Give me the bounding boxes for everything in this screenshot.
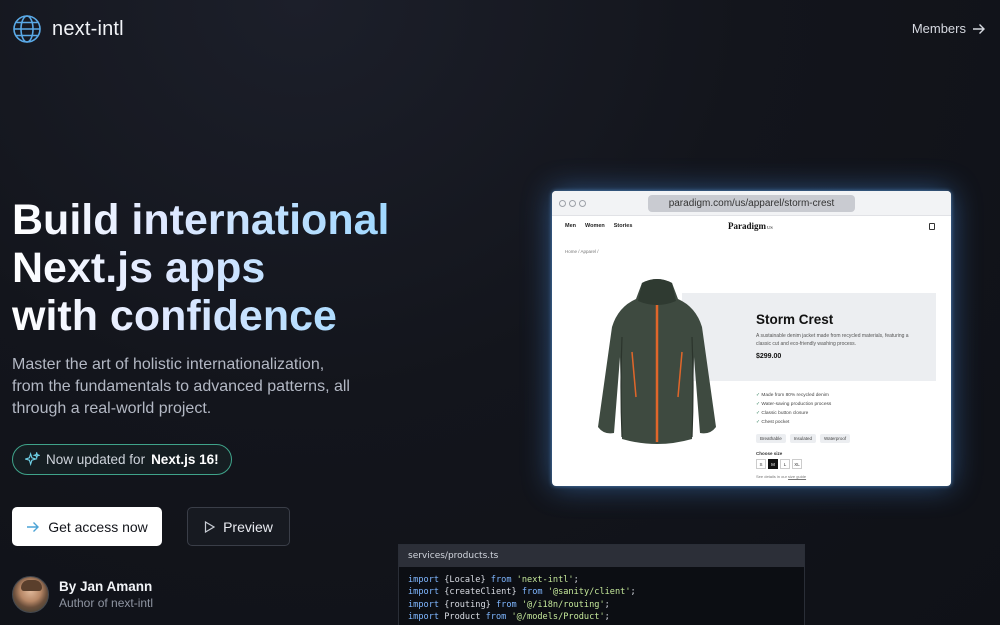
- product-price: $299.00: [756, 353, 782, 360]
- arrow-right-icon: [973, 23, 985, 34]
- size-selector: S M L XL: [756, 459, 802, 469]
- badge-prefix: Now updated for: [46, 452, 146, 467]
- code-line: import {Locale} from 'next-intl';: [408, 575, 579, 585]
- shop-nav-men: Men: [565, 223, 576, 229]
- play-icon: [204, 520, 216, 533]
- code-panel: services/products.ts import {Locale} fro…: [398, 544, 805, 625]
- code-line: import Product from '@/models/Product';: [408, 611, 610, 622]
- hero-title-line-1: Build international: [12, 196, 390, 244]
- shop-nav: Men Women Stories: [565, 223, 632, 229]
- code-body: import {Locale} from 'next-intl'; import …: [399, 567, 804, 623]
- tag-breathable: Breathable: [756, 434, 786, 443]
- author-role: Author of next-intl: [59, 596, 154, 610]
- preview-label: Preview: [223, 518, 273, 535]
- browser-toolbar: paradigm.com/us/apparel/storm-crest: [552, 191, 951, 216]
- size-option-s: S: [756, 459, 766, 469]
- browser-preview: paradigm.com/us/apparel/storm-crest Men …: [552, 191, 951, 486]
- tag-waterproof: Waterproof: [820, 434, 851, 443]
- jacket-image: [598, 279, 716, 444]
- product-features: Made from 80% recycled denim Water-savin…: [756, 391, 831, 427]
- address-bar: paradigm.com/us/apparel/storm-crest: [648, 195, 855, 212]
- size-guide-link: size guide: [788, 474, 807, 479]
- site-header: next-intl Members: [0, 0, 1000, 60]
- hero-title-line-2: Next.js apps: [12, 244, 266, 292]
- logo[interactable]: next-intl: [12, 14, 124, 44]
- hero-title: Build international Next.js apps with co…: [12, 196, 392, 340]
- shopping-bag-icon: [929, 223, 935, 230]
- get-access-label: Get access now: [48, 518, 148, 535]
- avatar: [12, 576, 49, 613]
- get-access-button[interactable]: Get access now: [12, 507, 162, 546]
- code-line: import {createClient} from '@sanity/clie…: [408, 587, 636, 598]
- hero-subtitle: Master the art of holistic international…: [12, 356, 350, 417]
- author-name: By Jan Amann: [59, 579, 153, 594]
- feature-item: Classic button closure: [756, 409, 831, 418]
- shop-brand-suffix: US: [767, 225, 773, 230]
- shop-nav-stories: Stories: [613, 223, 633, 229]
- size-option-xl: XL: [792, 459, 802, 469]
- shop-brand-name: Paradigm: [728, 221, 766, 231]
- size-label: Choose size: [756, 451, 783, 456]
- tag-insulated: Insulated: [789, 434, 817, 443]
- arrow-right-icon: [27, 521, 40, 532]
- logo-text: next-intl: [52, 17, 124, 40]
- shop-breadcrumb: Home / Apparel /: [565, 249, 599, 254]
- author-block: By Jan Amann Author of next-intl: [12, 576, 153, 613]
- members-label: Members: [911, 21, 966, 36]
- globe-icon: [13, 15, 41, 43]
- size-note: See details in our size guide: [756, 474, 806, 479]
- feature-item: Made from 80% recycled denim: [756, 391, 831, 400]
- hero-title-line-3: with confidence: [12, 292, 337, 340]
- code-line: import {routing} from '@/i18n/routing';: [408, 599, 610, 610]
- product-title: Storm Crest: [756, 312, 834, 327]
- window-dot-maximize: [579, 200, 586, 207]
- shop-brand: ParadigmUS: [728, 221, 773, 231]
- code-filename: services/products.ts: [399, 545, 804, 567]
- size-option-l: L: [780, 459, 790, 469]
- size-note-text: See details in our: [756, 474, 787, 479]
- feature-item: Water-saving production process: [756, 400, 831, 409]
- window-dot-minimize: [569, 200, 576, 207]
- product-tags: Breathable Insulated Waterproof: [756, 434, 851, 443]
- size-option-m: M: [768, 459, 778, 469]
- preview-button[interactable]: Preview: [187, 507, 290, 546]
- feature-item: Chest pocket: [756, 418, 831, 427]
- shop-nav-women: Women: [585, 223, 605, 229]
- members-link[interactable]: Members: [912, 21, 986, 36]
- window-dot-close: [559, 200, 566, 207]
- badge-highlight: Next.js 16!: [151, 452, 219, 467]
- update-badge[interactable]: Now updated for Next.js 16!: [12, 444, 232, 475]
- product-description: A sustainable denim jacket made from rec…: [756, 333, 909, 347]
- sparkles-icon: [25, 452, 40, 467]
